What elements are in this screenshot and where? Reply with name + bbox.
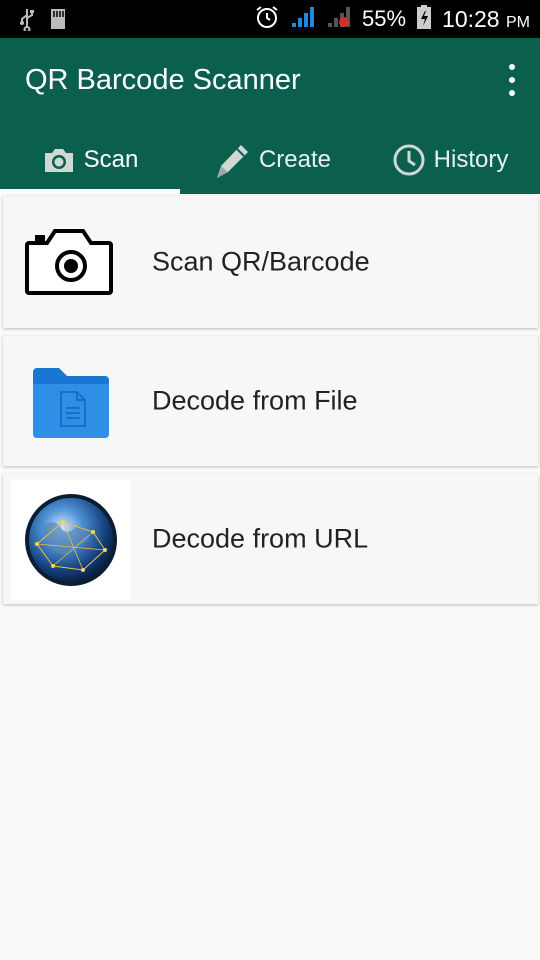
time-value: 10:28 xyxy=(442,5,500,32)
clock-icon xyxy=(392,143,426,177)
alarm-icon xyxy=(254,4,280,35)
tab-scan-label: Scan xyxy=(83,146,139,173)
more-vert-icon[interactable] xyxy=(504,64,520,96)
usb-icon xyxy=(18,7,36,36)
decode-from-file-label: Decode from File xyxy=(152,385,358,416)
signal-icon xyxy=(290,5,316,34)
signal-icon xyxy=(326,5,352,34)
status-right: 55% 10:28 PM xyxy=(254,4,530,34)
battery-percent: 55% xyxy=(362,6,407,31)
globe-icon xyxy=(11,480,131,600)
tab-create[interactable]: Create xyxy=(180,126,360,194)
camera-icon xyxy=(11,202,131,322)
folder-icon xyxy=(11,342,131,462)
decode-from-url-card[interactable]: Decode from URL xyxy=(3,474,538,604)
app-bar: QR Barcode Scanner Scan Create History xyxy=(0,38,540,194)
tab-bar: Scan Create History xyxy=(0,126,540,194)
tab-history[interactable]: History xyxy=(360,126,540,194)
status-bar: 55% 10:28 PM xyxy=(0,0,540,38)
pencil-icon xyxy=(209,140,251,180)
app-title: QR Barcode Scanner xyxy=(25,64,301,96)
tab-scan[interactable]: Scan xyxy=(0,126,180,194)
status-left xyxy=(18,7,66,36)
scan-qr-barcode-card[interactable]: Scan QR/Barcode xyxy=(3,196,538,328)
tab-create-label: Create xyxy=(258,146,332,173)
time-ampm: PM xyxy=(506,13,530,31)
decode-from-file-card[interactable]: Decode from File xyxy=(3,336,538,466)
clock-time: 10:28 PM xyxy=(442,6,530,33)
sd-card-icon xyxy=(50,8,66,35)
scan-qr-barcode-label: Scan QR/Barcode xyxy=(152,246,370,277)
decode-from-url-label: Decode from URL xyxy=(152,523,369,554)
tab-history-label: History xyxy=(433,146,509,173)
camera-icon xyxy=(42,146,76,174)
battery-icon xyxy=(416,4,432,35)
